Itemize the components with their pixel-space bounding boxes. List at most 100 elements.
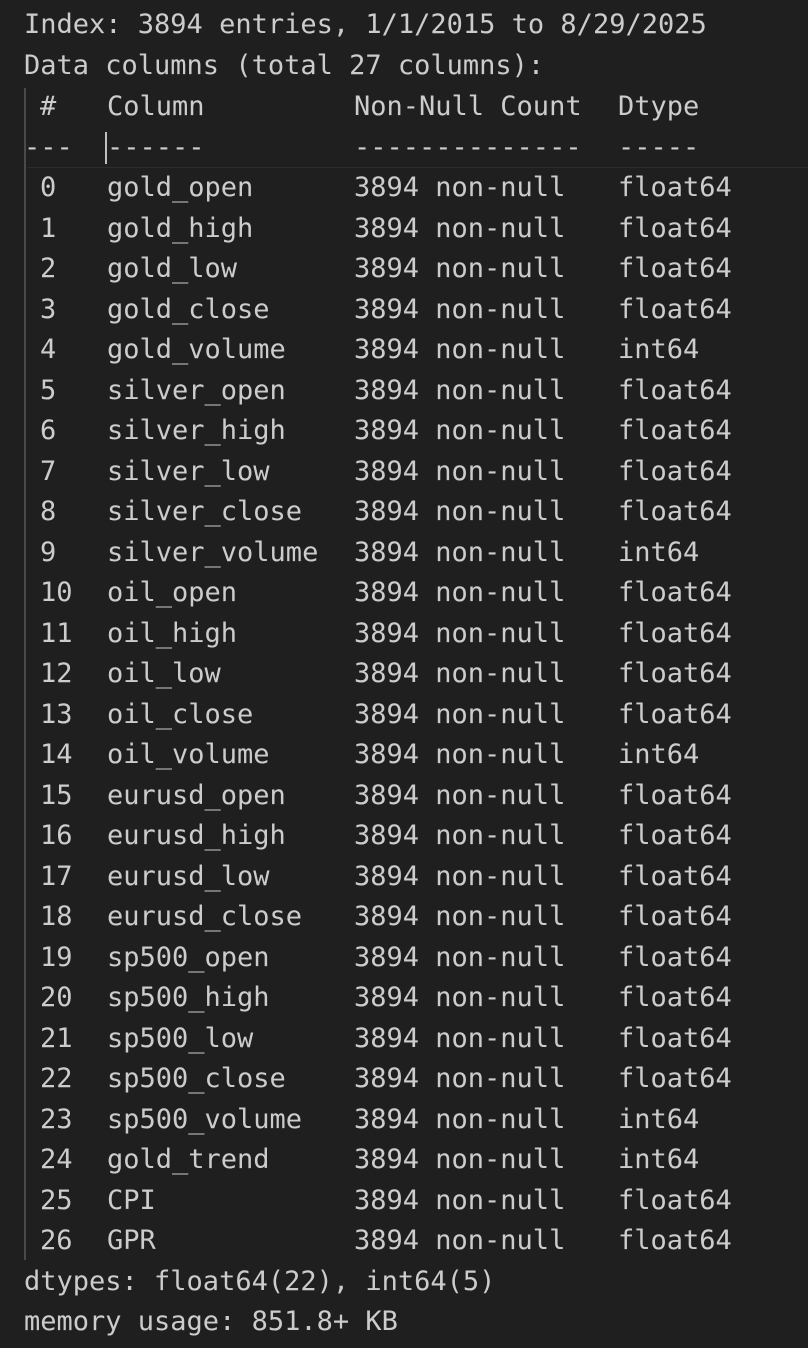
row-index: 26 xyxy=(40,1225,73,1256)
row-index: 13 xyxy=(40,698,73,730)
row-non-null-count: 3894 non-null xyxy=(354,1063,566,1094)
row-index: 7 xyxy=(40,455,57,487)
row-non-null-count: 3894 non-null xyxy=(354,415,566,446)
row-non-null-count: 3894 non-null xyxy=(354,293,566,325)
row-column-name: eurusd_close xyxy=(107,901,303,932)
row-column-name: silver_volume xyxy=(107,536,319,568)
row-dtype: float64 xyxy=(618,982,732,1013)
row-column-name: gold_open xyxy=(107,172,254,203)
row-index: 6 xyxy=(40,415,57,446)
row-dtype: float64 xyxy=(618,212,732,244)
row-column-name: oil_high xyxy=(107,617,238,649)
row-dtype: float64 xyxy=(618,374,732,406)
row-dtype: float64 xyxy=(618,820,732,851)
row-column-name: oil_close xyxy=(107,698,254,730)
row-column-name: oil_open xyxy=(107,577,238,608)
dtypes-summary-line: dtypes: float64(22), int64(5) xyxy=(24,1266,496,1297)
output-panel: Index: 3894 entries, 1/1/2015 to 8/29/20… xyxy=(0,0,808,1348)
row-index: 24 xyxy=(40,1144,73,1175)
row-index: 3 xyxy=(40,293,57,325)
row-column-name: silver_high xyxy=(107,415,286,446)
row-non-null-count: 3894 non-null xyxy=(354,172,566,203)
row-non-null-count: 3894 non-null xyxy=(354,334,566,365)
row-column-name: gold_low xyxy=(107,253,238,284)
row-column-name: gold_close xyxy=(107,293,270,325)
row-non-null-count: 3894 non-null xyxy=(354,941,566,973)
data-columns-line: Data columns (total 27 columns): xyxy=(24,50,545,81)
row-index: 5 xyxy=(40,374,57,406)
separator-index: --- xyxy=(24,132,73,163)
row-dtype: float64 xyxy=(618,658,732,689)
row-dtype: float64 xyxy=(618,941,732,973)
row-index: 25 xyxy=(40,1184,73,1216)
row-non-null-count: 3894 non-null xyxy=(354,860,566,892)
row-index: 17 xyxy=(40,860,73,892)
row-non-null-count: 3894 non-null xyxy=(354,212,566,244)
separator-dtype: ----- xyxy=(618,132,700,163)
row-index: 9 xyxy=(40,536,57,568)
row-index: 20 xyxy=(40,982,73,1013)
row-dtype: float64 xyxy=(618,1184,732,1216)
row-non-null-count: 3894 non-null xyxy=(354,1103,566,1135)
row-non-null-count: 3894 non-null xyxy=(354,820,566,851)
row-dtype: float64 xyxy=(618,253,732,284)
row-dtype: float64 xyxy=(618,172,732,203)
row-index: 21 xyxy=(40,1022,73,1054)
header-column: Column xyxy=(107,91,205,122)
left-guide-rule xyxy=(24,88,26,1260)
row-dtype: int64 xyxy=(618,1144,700,1175)
index-summary-line: Index: 3894 entries, 1/1/2015 to 8/29/20… xyxy=(24,9,707,40)
row-non-null-count: 3894 non-null xyxy=(354,1184,566,1216)
row-non-null-count: 3894 non-null xyxy=(354,982,566,1013)
row-column-name: silver_close xyxy=(107,496,303,527)
row-non-null-count: 3894 non-null xyxy=(354,496,566,527)
row-dtype: float64 xyxy=(618,577,732,608)
row-dtype: float64 xyxy=(618,1063,732,1094)
row-column-name: sp500_open xyxy=(107,941,270,973)
row-column-name: oil_low xyxy=(107,658,221,689)
row-column-name: sp500_close xyxy=(107,1063,286,1094)
row-index: 0 xyxy=(40,172,57,203)
row-column-name: gold_high xyxy=(107,212,254,244)
row-column-name: eurusd_low xyxy=(107,860,270,892)
row-index: 15 xyxy=(40,779,73,811)
row-index: 11 xyxy=(40,617,73,649)
row-dtype: float64 xyxy=(618,496,732,527)
row-non-null-count: 3894 non-null xyxy=(354,698,566,730)
row-column-name: gold_trend xyxy=(107,1144,270,1175)
row-dtype: float64 xyxy=(618,617,732,649)
row-dtype: int64 xyxy=(618,536,700,568)
row-non-null-count: 3894 non-null xyxy=(354,779,566,811)
row-dtype: int64 xyxy=(618,334,700,365)
row-column-name: silver_low xyxy=(107,455,270,487)
row-non-null-count: 3894 non-null xyxy=(354,901,566,932)
row-column-name: sp500_low xyxy=(107,1022,254,1054)
row-index: 1 xyxy=(40,212,57,244)
row-dtype: float64 xyxy=(618,1225,732,1256)
row-index: 12 xyxy=(40,658,73,689)
row-dtype: float64 xyxy=(618,1022,732,1054)
row-column-name: sp500_high xyxy=(107,982,270,1013)
row-column-name: gold_volume xyxy=(107,334,286,365)
row-dtype: int64 xyxy=(618,1103,700,1135)
row-index: 23 xyxy=(40,1103,73,1135)
header-dtype: Dtype xyxy=(618,91,700,122)
row-index: 2 xyxy=(40,253,57,284)
row-index: 14 xyxy=(40,739,73,770)
row-column-name: sp500_volume xyxy=(107,1103,303,1135)
separator-non-null-count: -------------- xyxy=(354,132,582,163)
row-index: 4 xyxy=(40,334,57,365)
row-dtype: float64 xyxy=(618,415,732,446)
row-non-null-count: 3894 non-null xyxy=(354,1022,566,1054)
row-index: 19 xyxy=(40,941,73,973)
row-non-null-count: 3894 non-null xyxy=(354,1144,566,1175)
row-non-null-count: 3894 non-null xyxy=(354,1225,566,1256)
row-non-null-count: 3894 non-null xyxy=(354,658,566,689)
row-dtype: float64 xyxy=(618,698,732,730)
row-column-name: GPR xyxy=(107,1225,156,1256)
header-non-null-count: Non-Null Count xyxy=(354,91,582,122)
row-non-null-count: 3894 non-null xyxy=(354,536,566,568)
row-dtype: float64 xyxy=(618,860,732,892)
row-column-name: eurusd_high xyxy=(107,820,286,851)
row-index: 18 xyxy=(40,901,73,932)
